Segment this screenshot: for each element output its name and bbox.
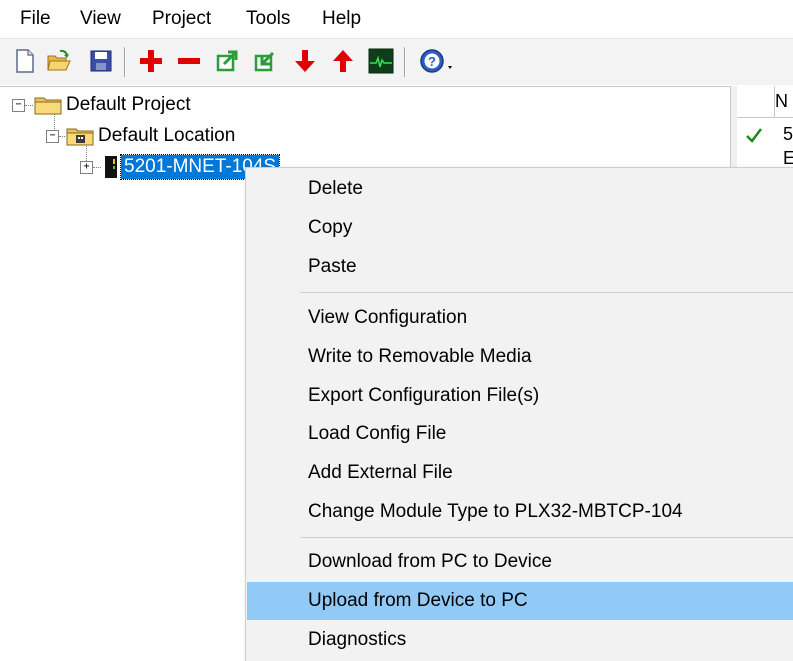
open-folder-icon[interactable] [46, 47, 72, 75]
save-icon[interactable] [88, 47, 114, 75]
toolbar-separator [404, 47, 405, 77]
module-icon [105, 156, 117, 178]
check-icon [746, 128, 762, 143]
menu-item-upload-from-device[interactable]: Upload from Device to PC [247, 582, 793, 620]
menu-item-download-to-device[interactable]: Download from PC to Device [247, 543, 793, 581]
menu-item-add-external-file[interactable]: Add External File [247, 454, 793, 492]
menu-bar: File View Project Tools Help [0, 0, 793, 39]
toolbar: ? [0, 39, 793, 85]
menu-item-write-removable-media[interactable]: Write to Removable Media [247, 338, 793, 376]
toolbar-separator [124, 47, 125, 77]
grid-row[interactable]: 5 [737, 124, 793, 148]
tree-node-project[interactable]: − Default Project [12, 93, 194, 117]
import-icon[interactable] [252, 47, 278, 75]
folder-icon [34, 97, 62, 115]
menu-item-copy[interactable]: Copy [247, 209, 793, 247]
menu-help[interactable]: Help [320, 8, 363, 30]
add-icon[interactable] [138, 47, 164, 75]
location-folder-icon [66, 128, 94, 146]
remove-icon[interactable] [176, 47, 202, 75]
tree-node-label: Default Project [66, 94, 191, 115]
tree-node-location[interactable]: − Default Location [46, 124, 238, 148]
menu-project[interactable]: Project [150, 8, 213, 30]
menu-item-change-module-type[interactable]: Change Module Type to PLX32-MBTCP-104 [247, 493, 793, 531]
collapse-icon[interactable]: − [12, 98, 25, 112]
menu-item-export-configuration[interactable]: Export Configuration File(s) [247, 377, 793, 415]
new-file-icon[interactable] [12, 47, 38, 75]
menu-separator [300, 292, 793, 293]
menu-tools[interactable]: Tools [244, 8, 292, 30]
monitor-icon[interactable] [368, 47, 394, 75]
collapse-icon[interactable]: − [46, 129, 59, 143]
tree-connector [93, 166, 101, 168]
menu-item-view-configuration[interactable]: View Configuration [247, 299, 793, 337]
menu-item-paste[interactable]: Paste [247, 248, 793, 286]
expand-icon[interactable]: + [80, 160, 93, 174]
tree-connector [25, 104, 33, 106]
arrow-up-icon[interactable] [330, 47, 356, 75]
svg-text:?: ? [428, 54, 436, 69]
grid-header: N [737, 86, 793, 118]
help-icon[interactable]: ? [418, 47, 458, 75]
menu-file[interactable]: File [18, 8, 53, 30]
arrow-down-icon[interactable] [292, 47, 318, 75]
export-icon[interactable] [214, 47, 240, 75]
menu-separator [300, 537, 793, 538]
menu-item-delete[interactable]: Delete [247, 170, 793, 208]
menu-item-diagnostics[interactable]: Diagnostics [247, 621, 793, 659]
grid-cell: 5 [783, 124, 793, 144]
grid-header-cell[interactable]: N [771, 86, 793, 118]
grid-cell: E [783, 148, 793, 168]
tree-node-label: Default Location [98, 125, 236, 146]
grid-header-cell[interactable] [737, 86, 775, 118]
context-menu: Delete Copy Paste View Configuration Wri… [245, 167, 793, 661]
menu-view[interactable]: View [78, 8, 123, 30]
menu-item-load-config-file[interactable]: Load Config File [247, 415, 793, 453]
